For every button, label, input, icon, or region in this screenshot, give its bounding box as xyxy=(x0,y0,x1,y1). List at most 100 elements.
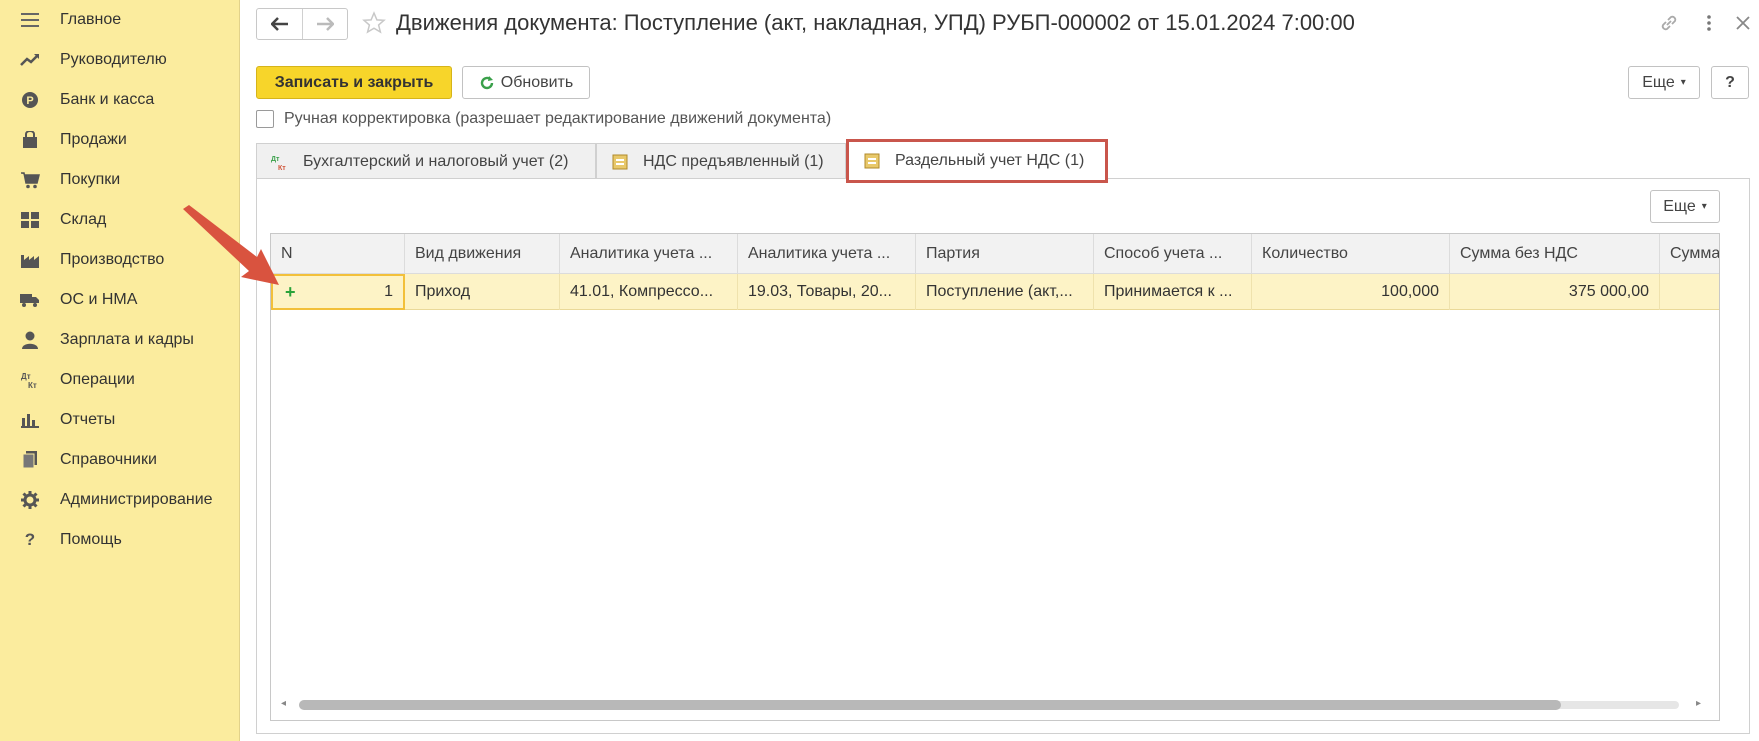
tab-vat-presented[interactable]: НДС предъявленный (1) xyxy=(596,143,846,179)
chevron-down-icon: ▾ xyxy=(1701,201,1707,212)
factory-icon xyxy=(20,250,40,270)
tab-accounting[interactable]: Дт Кт Бухгалтерский и налоговый учет (2) xyxy=(256,143,596,179)
link-icon[interactable] xyxy=(1656,10,1682,36)
column-header-sum[interactable]: Сумма xyxy=(1660,234,1719,274)
cell-quantity[interactable]: 100,000 xyxy=(1252,274,1450,310)
history-nav xyxy=(256,8,348,40)
truck-icon xyxy=(20,290,40,310)
sidebar-item-label: Склад xyxy=(60,211,107,228)
plus-icon: + xyxy=(285,281,296,302)
sidebar-item-label: Продажи xyxy=(60,131,127,148)
register-icon xyxy=(863,152,881,170)
sidebar-item-reports[interactable]: Отчеты xyxy=(0,400,240,440)
sidebar-item-purchases[interactable]: Покупки xyxy=(0,160,240,200)
svg-text:Дт: Дт xyxy=(21,372,31,381)
dt-kt-icon: Дт Кт xyxy=(20,370,40,390)
horizontal-scrollbar[interactable]: ◂ ▸ xyxy=(281,698,1701,710)
cart-icon xyxy=(20,170,40,190)
refresh-button[interactable]: Обновить xyxy=(462,66,590,99)
back-button[interactable] xyxy=(257,9,302,39)
cell-analytics-1[interactable]: 41.01, Компрессо... xyxy=(560,274,738,310)
sidebar-item-salary[interactable]: Зарплата и кадры xyxy=(0,320,240,360)
sidebar-item-label: Руководителю xyxy=(60,51,167,68)
column-header-method[interactable]: Способ учета ... xyxy=(1094,234,1252,274)
sidebar-item-administration[interactable]: Администрирование xyxy=(0,480,240,520)
cell-n[interactable]: + 1 xyxy=(271,274,405,310)
sidebar-item-operations[interactable]: Дт Кт Операции xyxy=(0,360,240,400)
sidebar-item-label: Отчеты xyxy=(60,411,116,428)
warehouse-icon xyxy=(20,210,40,230)
cell-n-value: 1 xyxy=(384,283,393,300)
forward-button[interactable] xyxy=(302,9,347,39)
cell-movement[interactable]: Приход xyxy=(405,274,560,310)
more-vertical-icon[interactable] xyxy=(1696,10,1722,36)
menu-icon xyxy=(20,10,40,30)
table-more-button[interactable]: Еще ▾ xyxy=(1650,190,1720,223)
sidebar-item-production[interactable]: Производство xyxy=(0,240,240,280)
more-label: Еще xyxy=(1663,197,1696,215)
svg-text:Кт: Кт xyxy=(28,381,37,389)
sidebar-item-fixed-assets[interactable]: ОС и НМА xyxy=(0,280,240,320)
close-icon[interactable] xyxy=(1730,10,1756,36)
sidebar-item-label: Зарплата и кадры xyxy=(60,331,194,348)
tab-label: НДС предъявленный (1) xyxy=(643,152,824,170)
cell-sum[interactable] xyxy=(1660,274,1719,310)
scroll-right-icon[interactable]: ▸ xyxy=(1696,698,1701,709)
refresh-icon xyxy=(480,75,493,89)
bag-icon xyxy=(20,130,40,150)
manual-edit-row: Ручная корректировка (разрешает редактир… xyxy=(256,110,831,128)
more-button[interactable]: Еще ▾ xyxy=(1628,66,1700,99)
sidebar-item-bank[interactable]: P Банк и касса xyxy=(0,80,240,120)
arrow-right-icon xyxy=(317,17,334,31)
books-icon xyxy=(20,450,40,470)
sidebar-item-sales[interactable]: Продажи xyxy=(0,120,240,160)
sidebar-item-directories[interactable]: Справочники xyxy=(0,440,240,480)
table-row[interactable]: + 1 Приход 41.01, Компрессо... 19.03, То… xyxy=(271,274,1719,310)
person-icon xyxy=(20,330,40,350)
column-header-quantity[interactable]: Количество xyxy=(1252,234,1450,274)
sidebar-item-label: Помощь xyxy=(60,531,122,548)
cell-batch[interactable]: Поступление (акт,... xyxy=(916,274,1094,310)
sidebar: Главное Руководителю P Банк и касса Прод… xyxy=(0,0,240,741)
tab-separate-vat[interactable]: Раздельный учет НДС (1) xyxy=(846,139,1108,183)
column-header-analytics-1[interactable]: Аналитика учета ... xyxy=(560,234,738,274)
sidebar-item-manager[interactable]: Руководителю xyxy=(0,40,240,80)
cell-analytics-2[interactable]: 19.03, Товары, 20... xyxy=(738,274,916,310)
cell-method[interactable]: Принимается к ... xyxy=(1094,274,1252,310)
gear-icon xyxy=(20,490,40,510)
column-header-batch[interactable]: Партия xyxy=(916,234,1094,274)
column-header-sum-no-vat[interactable]: Сумма без НДС xyxy=(1450,234,1660,274)
sidebar-item-label: Покупки xyxy=(60,171,121,188)
chevron-down-icon: ▾ xyxy=(1680,77,1686,88)
help-button[interactable]: ? xyxy=(1711,66,1749,99)
sidebar-item-label: Справочники xyxy=(60,451,157,468)
movements-table[interactable]: N Вид движения Аналитика учета ... Анали… xyxy=(270,233,1720,721)
coin-icon: P xyxy=(20,90,40,110)
arrow-left-icon xyxy=(270,17,288,31)
manual-edit-label: Ручная корректировка (разрешает редактир… xyxy=(284,110,832,127)
column-header-n[interactable]: N xyxy=(271,234,405,274)
dt-kt-icon: Дт Кт xyxy=(271,153,289,171)
sidebar-item-label: Администрирование xyxy=(60,491,213,508)
bar-chart-icon xyxy=(20,410,40,430)
cell-sum-no-vat[interactable]: 375 000,00 xyxy=(1450,274,1660,310)
tab-label: Раздельный учет НДС (1) xyxy=(895,152,1085,169)
sidebar-item-help[interactable]: ? Помощь xyxy=(0,520,240,560)
sidebar-item-warehouse[interactable]: Склад xyxy=(0,200,240,240)
trend-icon xyxy=(20,50,40,70)
svg-text:Кт: Кт xyxy=(278,165,286,171)
manual-edit-checkbox[interactable] xyxy=(256,110,274,128)
sidebar-item-label: Производство xyxy=(60,251,165,268)
sidebar-item-label: Банк и касса xyxy=(60,91,155,108)
column-header-movement[interactable]: Вид движения xyxy=(405,234,560,274)
column-header-analytics-2[interactable]: Аналитика учета ... xyxy=(738,234,916,274)
favorite-star-icon[interactable] xyxy=(360,9,388,37)
register-icon xyxy=(611,153,629,171)
tab-label: Бухгалтерский и налоговый учет (2) xyxy=(303,152,569,170)
save-and-close-button[interactable]: Записать и закрыть xyxy=(256,66,452,99)
page-title: Движения документа: Поступление (акт, на… xyxy=(396,10,1355,35)
help-icon: ? xyxy=(24,530,36,549)
scroll-thumb[interactable] xyxy=(299,700,1561,710)
scroll-left-icon[interactable]: ◂ xyxy=(281,698,286,709)
sidebar-item-main[interactable]: Главное xyxy=(0,0,240,40)
